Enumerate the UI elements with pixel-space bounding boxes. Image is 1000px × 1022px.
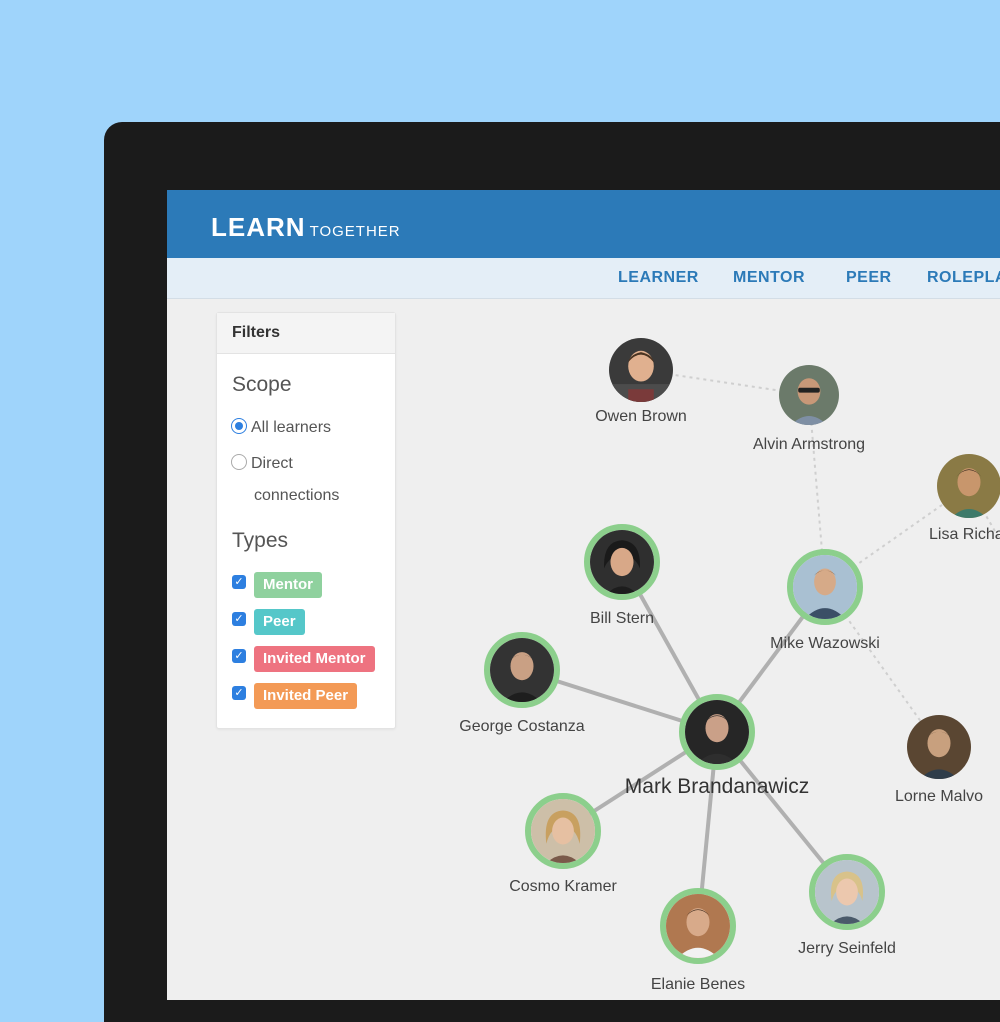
avatar-mark-brandanawicz[interactable] — [679, 694, 755, 770]
type-badge-invited-mentor: Invited Mentor — [254, 646, 375, 672]
person-name: George Costanza — [459, 718, 585, 735]
filters-panel: Filters Scope All learners Direct connec… — [216, 312, 396, 729]
checkbox-checked-icon[interactable]: ✓ — [232, 686, 246, 700]
type-badge-mentor: Mentor — [254, 572, 322, 598]
person-name: Cosmo Kramer — [509, 878, 617, 895]
avatar-cosmo-kramer[interactable] — [525, 793, 601, 869]
scope-option-all-learners[interactable]: All learners — [231, 412, 331, 444]
person-name: Bill Stern — [589, 610, 655, 627]
person-photo-icon — [815, 860, 879, 924]
avatar-george-costanza[interactable] — [484, 632, 560, 708]
person-photo-icon — [907, 715, 971, 779]
person-photo-icon — [793, 555, 857, 619]
person-name: Elanie Benes — [650, 976, 746, 993]
person-name: Lorne Malvo — [894, 788, 984, 805]
person-name: Lisa Richar — [928, 526, 1000, 543]
person-photo-icon — [937, 454, 1000, 518]
checkbox-checked-icon[interactable]: ✓ — [232, 575, 246, 589]
radio-unselected-icon[interactable] — [231, 453, 247, 470]
person-photo-icon — [609, 338, 673, 402]
scope-option-direct-connections[interactable]: Direct — [231, 448, 293, 480]
avatar-owen-brown[interactable] — [609, 338, 673, 402]
scope-option-label: Direct — [251, 455, 293, 472]
app-screen: LEARN TOGETHER LEARNER MENTOR PEER ROLEPL… — [167, 190, 1000, 1000]
avatar-alvin-armstrong[interactable] — [779, 365, 839, 425]
person-name: Alvin Armstrong — [752, 436, 866, 453]
avatar-lorne-malvo[interactable] — [907, 715, 971, 779]
person-photo-icon — [779, 365, 839, 425]
person-name: Mike Wazowski — [770, 635, 880, 652]
person-photo-icon — [531, 799, 595, 863]
avatar-mike-wazowski[interactable] — [787, 549, 863, 625]
person-name: Owen Brown — [595, 408, 687, 425]
person-photo-icon — [590, 530, 654, 594]
checkbox-checked-icon[interactable]: ✓ — [232, 612, 246, 626]
type-badge-peer: Peer — [254, 609, 305, 635]
avatar-elanie-benes[interactable] — [660, 888, 736, 964]
scope-option-label-line2: connections — [254, 487, 340, 504]
radio-selected-icon[interactable] — [231, 417, 247, 434]
types-heading: Types — [232, 529, 289, 552]
avatar-bill-stern[interactable] — [584, 524, 660, 600]
person-name-center: Mark Brandanawicz — [624, 775, 810, 798]
person-photo-icon — [685, 700, 749, 764]
person-name: Jerry Seinfeld — [798, 940, 896, 957]
person-photo-icon — [490, 638, 554, 702]
checkbox-checked-icon[interactable]: ✓ — [232, 649, 246, 663]
avatar-lisa-richar[interactable] — [937, 454, 1000, 518]
scope-heading: Scope — [232, 373, 292, 396]
person-photo-icon — [666, 894, 730, 958]
filters-title: Filters — [217, 313, 395, 354]
type-badge-invited-peer: Invited Peer — [254, 683, 358, 709]
scope-option-label: All learners — [251, 419, 332, 436]
avatar-jerry-seinfeld[interactable] — [809, 854, 885, 930]
